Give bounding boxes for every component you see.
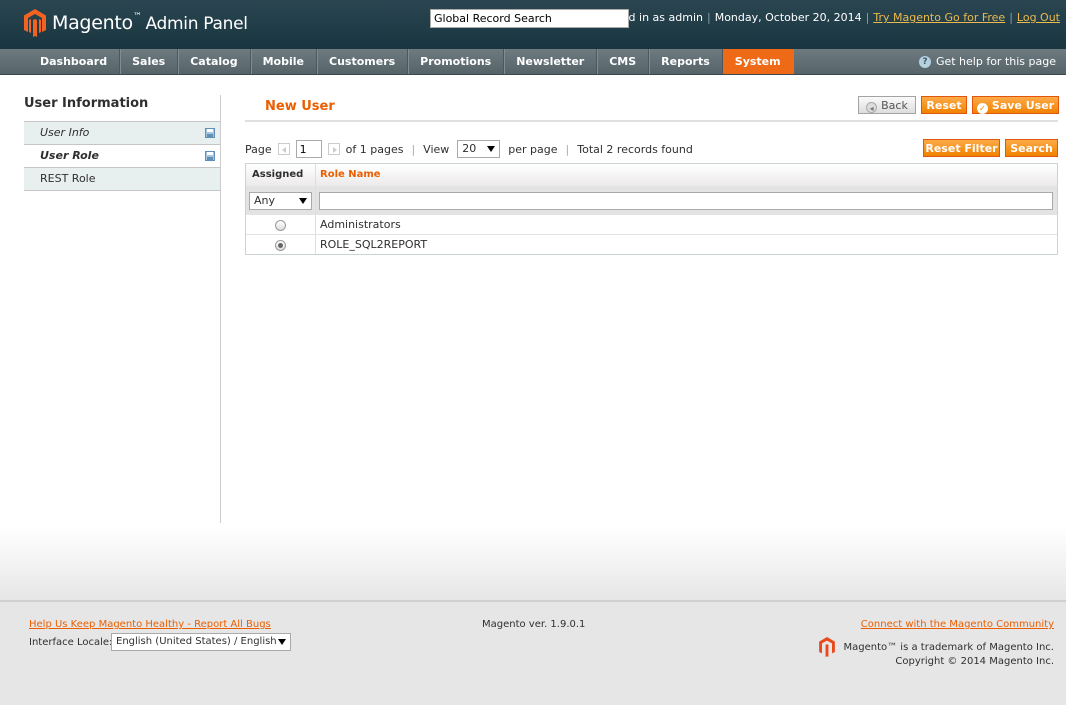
footer: Help Us Keep Magento Healthy - Report Al… — [0, 600, 1066, 705]
tab-rest-role[interactable]: REST Role — [24, 168, 221, 191]
pager: Page of 1 pages | View 20 per page | Tot… — [245, 140, 693, 158]
nav-item-mobile[interactable]: Mobile — [251, 49, 317, 74]
magento-logo-icon — [818, 637, 835, 657]
assigned-radio[interactable] — [275, 219, 286, 231]
grid-filter-row: Any — [246, 187, 1057, 215]
roles-grid: Assigned Role Name Any Administrators RO… — [245, 163, 1058, 255]
nav-item-customers[interactable]: Customers — [317, 49, 409, 74]
nav-item-catalog[interactable]: Catalog — [178, 49, 251, 74]
nav-item-dashboard[interactable]: Dashboard — [28, 49, 121, 74]
header: Magento™Admin Panel Logged in as admin|M… — [0, 0, 1066, 49]
chevron-down-icon — [487, 146, 496, 152]
community-link[interactable]: Connect with the Magento Community — [861, 619, 1054, 630]
back-arrow-icon: ◂ — [866, 102, 878, 113]
role-name-cell: Administrators — [320, 218, 401, 231]
nav-item-reports[interactable]: Reports — [649, 49, 723, 74]
locale-select[interactable]: English (United States) / English — [111, 633, 291, 651]
tab-label: User Info — [40, 126, 90, 139]
tab-label: User Role — [40, 149, 99, 162]
help-icon: ? — [918, 55, 931, 68]
help-link-label: Get help for this page — [935, 55, 1056, 68]
total-records-text: Total 2 records found — [577, 142, 693, 156]
magento-logo-icon — [24, 9, 46, 37]
grid-header-row: Assigned Role Name — [246, 164, 1057, 187]
header-links: Logged in as admin | Monday, October 20, 2… — [595, 11, 1060, 24]
assigned-radio[interactable] — [275, 239, 286, 251]
reset-filter-button[interactable]: Reset Filter — [923, 139, 1000, 157]
table-row[interactable]: ROLE_SQL2REPORT — [246, 235, 1057, 254]
nav-item-system[interactable]: System — [722, 49, 794, 74]
search-button[interactable]: Search — [1005, 139, 1058, 157]
trademark-text: Magento™ is a trademark of Magento Inc. — [843, 641, 1055, 653]
nav-item-promotions[interactable]: Promotions — [408, 49, 505, 74]
changed-icon — [205, 151, 215, 161]
page-label: Page — [245, 142, 272, 156]
try-magento-go-link[interactable]: Try Magento Go for Free — [873, 11, 1005, 24]
report-bugs-link[interactable]: Help Us Keep Magento Healthy - Report Al… — [29, 619, 271, 630]
nav-item-cms[interactable]: CMS — [597, 49, 650, 74]
role-name-cell: ROLE_SQL2REPORT — [320, 238, 428, 251]
column-header-assigned[interactable]: Assigned — [246, 164, 316, 186]
page-title: New User — [265, 99, 335, 114]
version-text: Magento ver. 1.9.0.1 — [482, 619, 586, 630]
table-row[interactable]: Administrators — [246, 215, 1057, 235]
tab-user-role[interactable]: User Role — [24, 145, 221, 168]
help-link[interactable]: ? Get help for this page — [918, 55, 1056, 68]
main-nav: Dashboard Sales Catalog Mobile Customers… — [0, 49, 1066, 75]
prev-page-icon[interactable] — [277, 143, 290, 155]
logo-text: Magento™ Admin Panel — [52, 12, 248, 34]
trademark: Magento™ is a trademark of Magento Inc. — [818, 637, 1055, 657]
tab-user-info[interactable]: User Info — [24, 122, 221, 145]
check-icon: ✓ — [976, 103, 988, 114]
tab-label: REST Role — [40, 172, 96, 185]
page-input[interactable] — [295, 140, 322, 158]
nav-item-sales[interactable]: Sales — [120, 49, 179, 74]
reset-button[interactable]: Reset — [921, 96, 967, 114]
side-divider — [220, 95, 221, 523]
assigned-filter-select[interactable]: Any — [249, 191, 312, 210]
logged-in-text: Logged in as admin — [595, 11, 703, 24]
role-name-filter-input[interactable] — [319, 191, 1053, 210]
column-header-role-name[interactable]: Role Name — [320, 169, 381, 180]
date-text: Monday, October 20, 2014 — [714, 11, 862, 24]
footer-gradient — [0, 528, 1066, 600]
save-user-button[interactable]: ✓ Save User — [972, 96, 1059, 114]
side-title: User Information — [24, 96, 149, 111]
per-page-text: per page — [508, 142, 558, 156]
nav-item-newsletter[interactable]: Newsletter — [504, 49, 598, 74]
changed-icon — [205, 128, 215, 138]
back-button[interactable]: ◂ Back — [858, 96, 916, 114]
logo[interactable]: Magento™ Admin Panel — [24, 9, 248, 37]
view-select[interactable]: 20 — [457, 140, 501, 158]
side-column: User Information User Info User Role RES… — [24, 96, 221, 191]
locale-label: Interface Locale: — [29, 637, 113, 648]
chevron-down-icon — [278, 639, 286, 645]
side-tabs: User Info User Role REST Role — [24, 121, 221, 191]
chevron-down-icon — [299, 197, 307, 204]
logout-link[interactable]: Log Out — [1017, 11, 1060, 24]
copyright-text: Copyright © 2014 Magento Inc. — [895, 656, 1054, 667]
next-page-icon[interactable] — [327, 143, 340, 155]
title-divider — [245, 120, 1058, 122]
of-pages-text: of 1 pages — [345, 142, 404, 156]
view-label: View — [423, 142, 450, 156]
